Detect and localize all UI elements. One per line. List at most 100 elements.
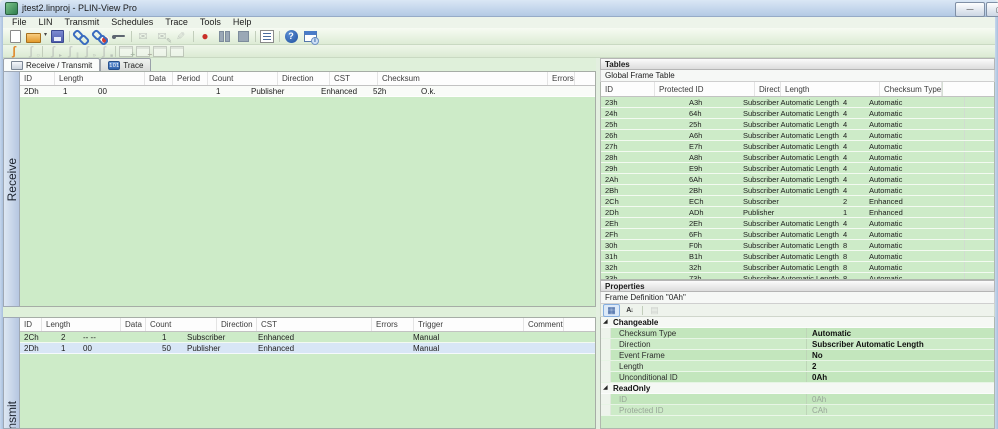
disconnect-button[interactable] <box>91 29 109 44</box>
help-button[interactable] <box>282 29 300 44</box>
frame-row[interactable]: 25h 25h Subscriber Automatic Length 4 Au… <box>601 119 994 130</box>
column-header[interactable]: Protected ID <box>655 82 755 96</box>
categorized-view-button[interactable] <box>603 303 620 317</box>
comment-button[interactable] <box>172 29 190 44</box>
column-header[interactable]: Errors <box>372 318 414 331</box>
frame-row[interactable]: 24h 64h Subscriber Automatic Length 4 Au… <box>601 108 994 119</box>
frame-row[interactable]: 2Ah 6Ah Subscriber Automatic Length 4 Au… <box>601 174 994 185</box>
transmit-row[interactable]: 2Ch 2 -- -- 1 Subscriber Enhanced Manual <box>20 332 595 343</box>
transmit-row[interactable]: 2Dh 1 00 50 Publisher Enhanced Manual <box>20 343 595 354</box>
schedule-reset-button[interactable] <box>23 45 40 59</box>
column-header[interactable]: Length <box>55 72 145 85</box>
frame-row[interactable]: 30h F0h Subscriber Automatic Length 8 Au… <box>601 240 994 251</box>
frame-row[interactable]: 2Fh 6Fh Subscriber Automatic Length 4 Au… <box>601 229 994 240</box>
hardware-connection-button[interactable] <box>110 29 128 44</box>
options-button[interactable] <box>258 29 276 44</box>
menu-item[interactable]: Transmit <box>59 17 106 28</box>
tables-panel-header[interactable]: Tables <box>600 58 995 70</box>
connect-button[interactable] <box>72 29 90 44</box>
transmit-side-tab[interactable]: Transmit <box>3 317 20 429</box>
property-row[interactable]: Event Frame No <box>601 350 994 361</box>
property-row[interactable]: Checksum Type Automatic <box>601 328 994 339</box>
alphabetical-sort-button[interactable] <box>621 304 638 317</box>
frame-row[interactable]: 2Ch ECh Subscriber 2 Enhanced <box>601 196 994 207</box>
menu-item[interactable]: Trace <box>159 17 194 28</box>
property-category-readonly[interactable]: ReadOnly <box>601 383 994 394</box>
frame-row[interactable]: 33h 73h Subscriber Automatic Length 8 Au… <box>601 273 994 279</box>
column-header[interactable]: Length <box>42 318 121 331</box>
menu-item[interactable]: File <box>6 17 33 28</box>
global-frame-table-header[interactable]: Global Frame Table <box>600 70 995 82</box>
table-remove-button[interactable] <box>135 45 152 59</box>
record-button[interactable] <box>196 29 214 44</box>
column-header[interactable]: Count <box>146 318 217 331</box>
column-header[interactable]: CST <box>330 72 378 85</box>
menu-item[interactable]: LIN <box>33 17 59 28</box>
table-view-button[interactable] <box>169 45 185 57</box>
save-project-button[interactable] <box>48 29 66 44</box>
column-header[interactable]: Errors <box>548 72 575 85</box>
maximize-button[interactable]: ▢ <box>986 2 998 17</box>
column-header[interactable]: Direction <box>755 82 781 96</box>
column-header[interactable]: ID <box>601 82 655 96</box>
property-value[interactable]: 2 <box>807 362 994 371</box>
frame-row[interactable]: 28h A8h Subscriber Automatic Length 4 Au… <box>601 152 994 163</box>
minimize-button[interactable]: — <box>955 2 985 17</box>
send-frame-button[interactable] <box>134 29 152 44</box>
pause-button[interactable] <box>215 29 233 44</box>
property-row-readonly[interactable]: ID 0Ah <box>601 394 994 405</box>
tab-trace[interactable]: Trace <box>100 58 152 71</box>
column-header[interactable]: Checksum <box>378 72 548 85</box>
column-header[interactable]: ID <box>20 318 42 331</box>
info-window-button[interactable] <box>301 29 319 45</box>
receive-side-tab[interactable]: Receive <box>3 71 20 307</box>
schedule-pause-button[interactable] <box>62 45 79 59</box>
column-header[interactable]: Checksum Type <box>880 82 943 96</box>
column-header[interactable]: CST <box>257 318 372 331</box>
column-header[interactable]: ID <box>20 72 55 85</box>
properties-panel-header[interactable]: Properties <box>600 280 995 292</box>
frame-row[interactable]: 27h E7h Subscriber Automatic Length 4 Au… <box>601 141 994 152</box>
frame-row[interactable]: 2Dh ADh Publisher 1 Enhanced <box>601 207 994 218</box>
property-pages-button[interactable] <box>646 304 663 317</box>
property-row-readonly[interactable]: Protected ID CAh <box>601 405 994 416</box>
column-header[interactable]: Data <box>145 72 173 85</box>
column-header[interactable]: Count <box>208 72 278 85</box>
frame-row[interactable]: 29h E9h Subscriber Automatic Length 4 Au… <box>601 163 994 174</box>
tab-receive-transmit[interactable]: Receive / Transmit <box>3 58 101 71</box>
property-value[interactable]: Subscriber Automatic Length <box>807 340 994 349</box>
property-category-changeable[interactable]: Changeable <box>601 317 994 328</box>
schedule-stop-button[interactable] <box>96 45 113 59</box>
stop-button[interactable] <box>234 29 252 44</box>
schedule-play-button[interactable] <box>45 45 62 59</box>
menu-item[interactable]: Schedules <box>105 17 159 28</box>
table-edit-button[interactable] <box>152 45 168 57</box>
frame-row[interactable]: 23h A3h Subscriber Automatic Length 4 Au… <box>601 97 994 108</box>
edit-frame-button[interactable] <box>153 29 172 45</box>
table-add-button[interactable] <box>118 45 135 59</box>
frame-row[interactable]: 2Bh 2Bh Subscriber Automatic Length 4 Au… <box>601 185 994 196</box>
property-row[interactable]: Length 2 <box>601 361 994 372</box>
frame-row[interactable]: 26h A6h Subscriber Automatic Length 4 Au… <box>601 130 994 141</box>
frame-row[interactable]: 31h B1h Subscriber Automatic Length 8 Au… <box>601 251 994 262</box>
receive-row[interactable]: 2Dh 1 00 1 Publisher Enhanced 52h O.k. <box>20 86 595 97</box>
schedule-next-button[interactable] <box>79 45 96 59</box>
column-header[interactable]: Comment <box>524 318 564 331</box>
new-project-button[interactable] <box>6 29 24 44</box>
open-project-button[interactable] <box>25 29 47 44</box>
property-value[interactable]: Automatic <box>807 329 994 338</box>
column-header[interactable]: Trigger <box>414 318 524 331</box>
property-row[interactable]: Unconditional ID 0Ah <box>601 372 994 383</box>
frame-row[interactable]: 32h 32h Subscriber Automatic Length 8 Au… <box>601 262 994 273</box>
frame-row[interactable]: 2Eh 2Eh Subscriber Automatic Length 4 Au… <box>601 218 994 229</box>
column-header[interactable]: Direction <box>217 318 257 331</box>
property-value[interactable]: No <box>807 351 994 360</box>
column-header[interactable]: Direction <box>278 72 330 85</box>
column-header[interactable]: Data <box>121 318 146 331</box>
menu-item[interactable]: Help <box>227 17 258 28</box>
property-row[interactable]: Direction Subscriber Automatic Length <box>601 339 994 350</box>
menu-item[interactable]: Tools <box>194 17 227 28</box>
property-value[interactable]: 0Ah <box>807 373 994 382</box>
column-header[interactable]: Period <box>173 72 208 85</box>
column-header[interactable]: Length <box>781 82 880 96</box>
